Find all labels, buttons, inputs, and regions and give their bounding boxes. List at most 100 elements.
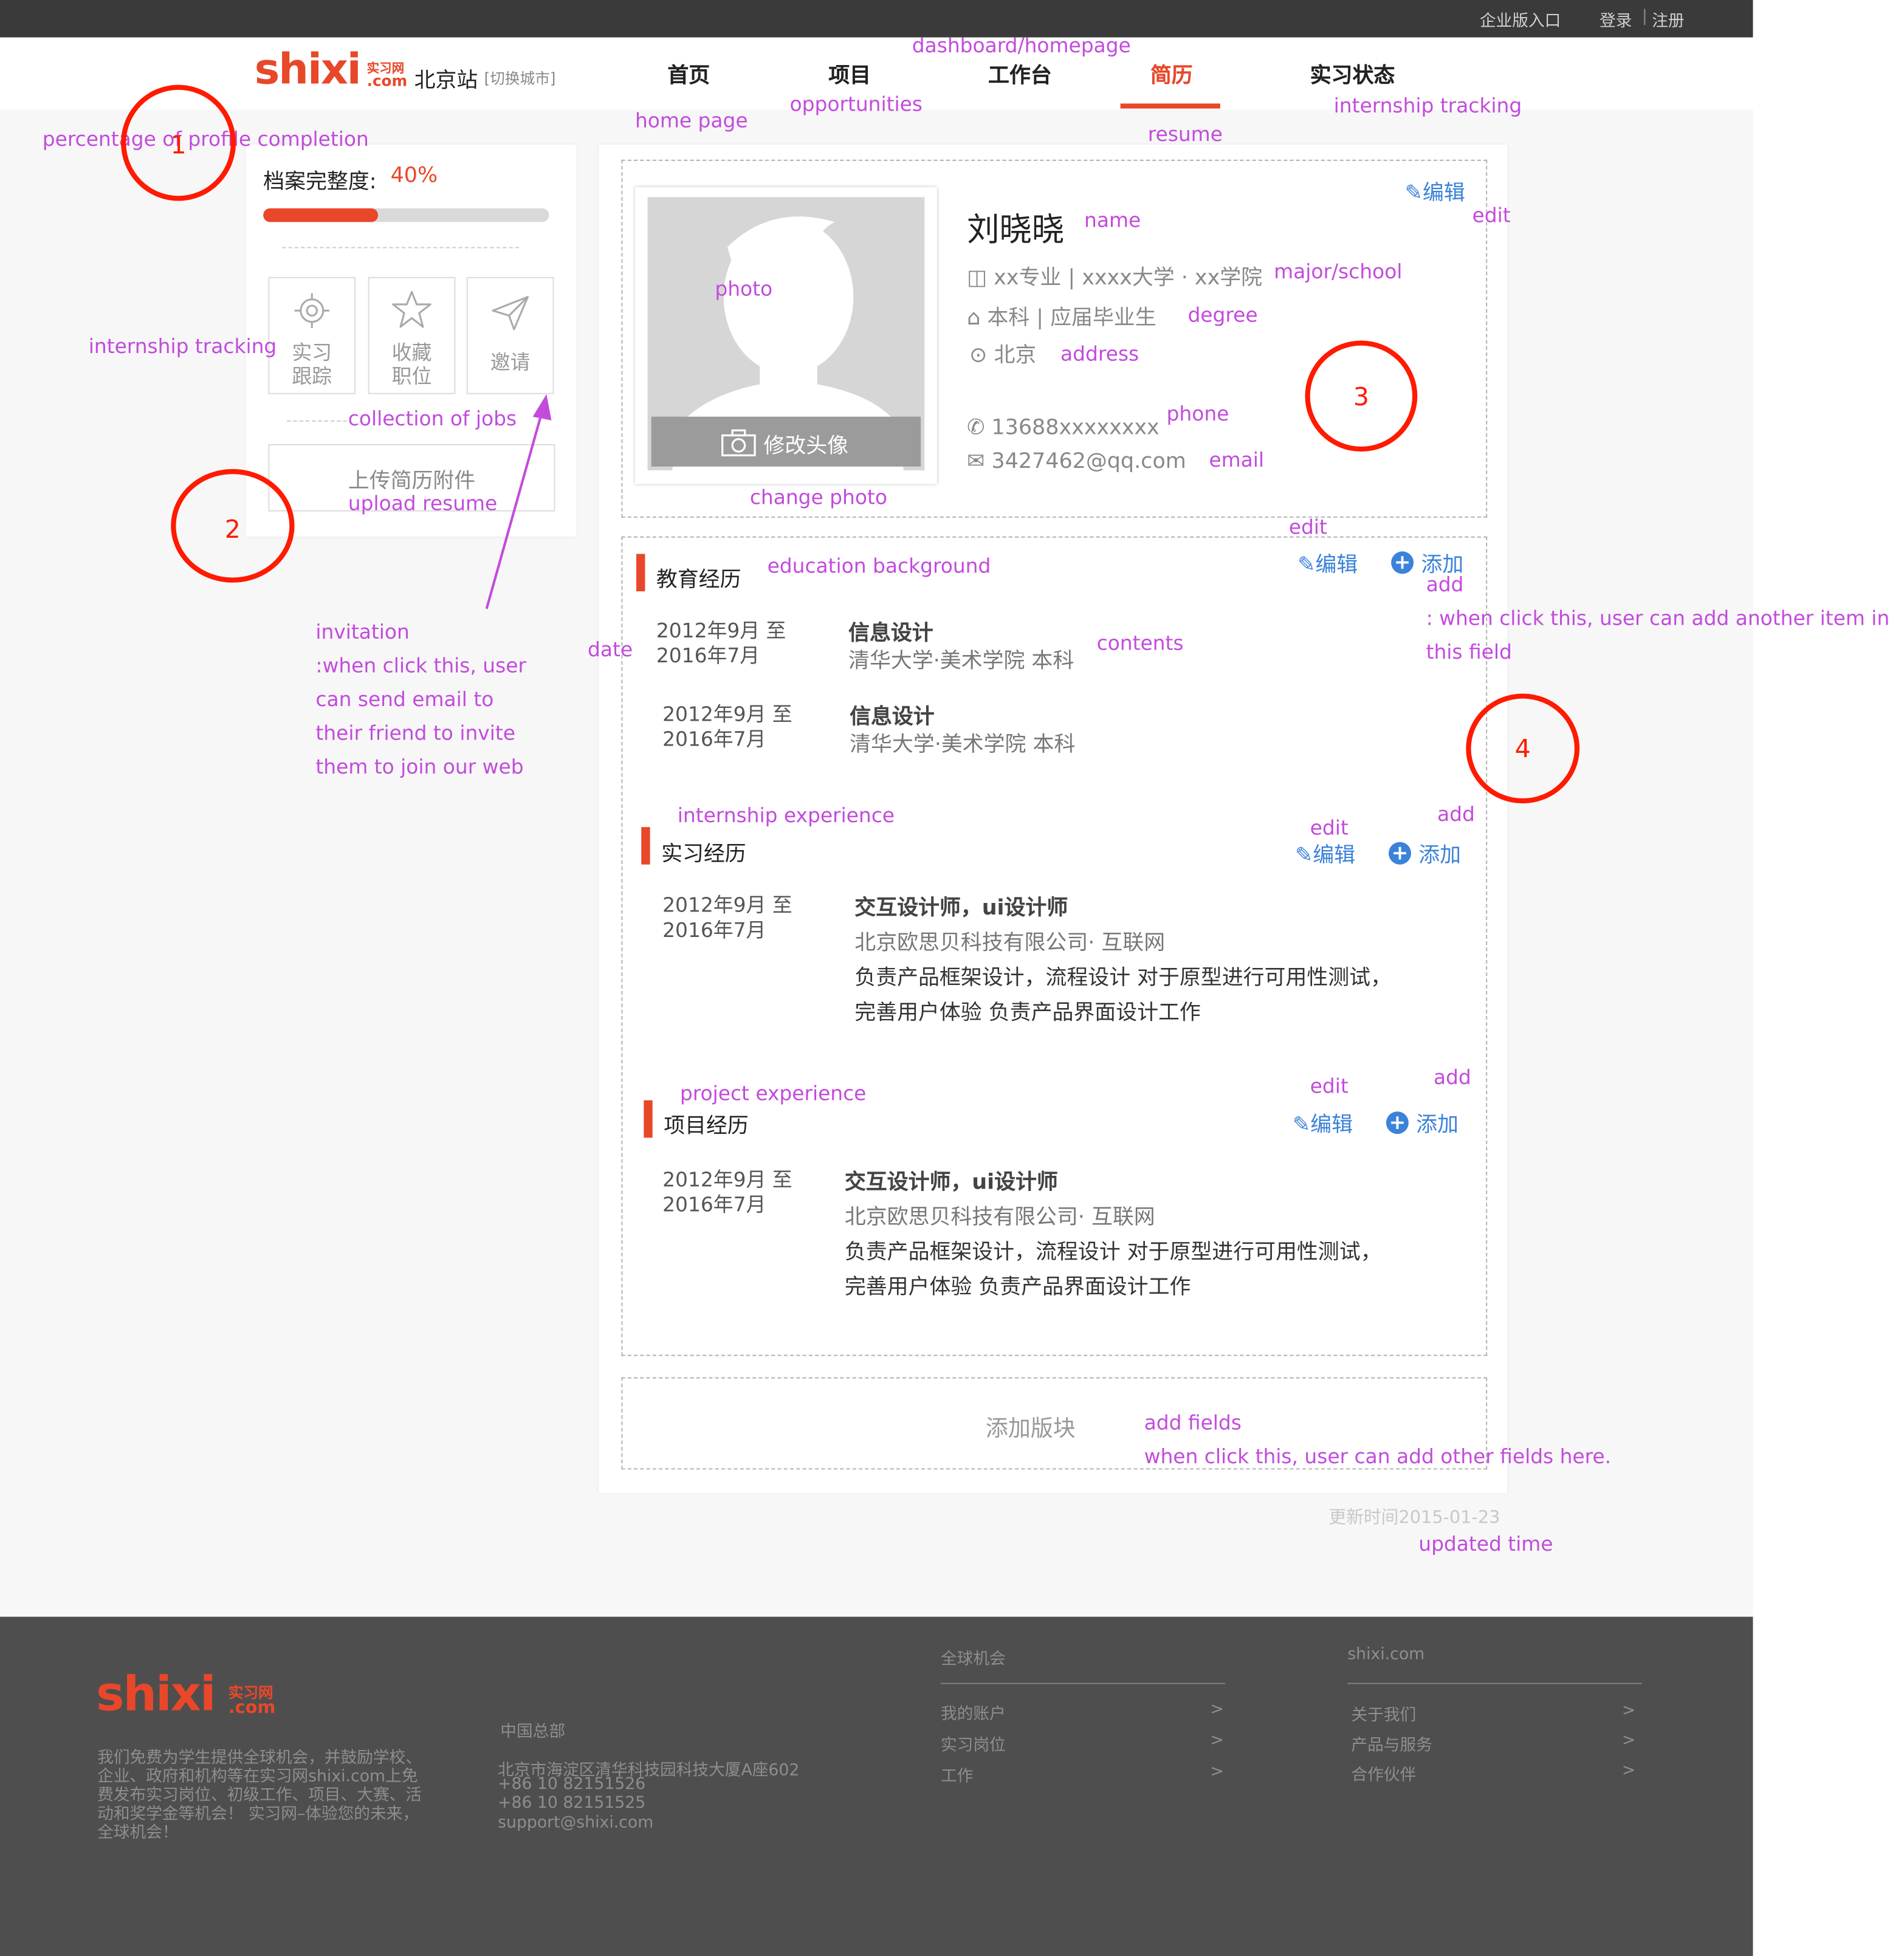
footer-col-title: shixi.com	[1347, 1645, 1425, 1664]
annotation: degree	[1187, 303, 1258, 327]
nav-active-underline	[1120, 103, 1220, 109]
tile-label: 实习 跟踪	[292, 340, 332, 388]
annotation: education background	[767, 554, 991, 578]
change-photo-button[interactable]: 修改头像	[651, 416, 921, 467]
annotation: :when click this, user	[315, 653, 526, 678]
footer-link-internships[interactable]: 实习岗位	[941, 1732, 1006, 1755]
internship-edit-button[interactable]: ✎编辑	[1295, 837, 1355, 868]
chevron-right-icon: >	[1621, 1731, 1636, 1751]
target-icon	[294, 293, 329, 328]
footer-hq-email[interactable]: support@shixi.com	[498, 1814, 653, 1833]
annotation: invitation	[315, 620, 410, 644]
internship-entry-description: 完善用户体验 负责产品界面设计工作	[854, 1000, 1201, 1026]
annotation: edit	[1310, 815, 1349, 840]
date-start: 2012年9月 至	[662, 893, 792, 917]
footer-link-jobs[interactable]: 工作	[941, 1763, 973, 1786]
date: 2012年9月 至 2016年7月	[662, 1168, 792, 1218]
footer-hq-title: 中国总部	[500, 1723, 566, 1742]
plus-icon: +	[1391, 551, 1414, 574]
chevron-right-icon: >	[1621, 1701, 1636, 1721]
footer-link-about[interactable]: 关于我们	[1351, 1701, 1416, 1726]
logo[interactable]: shixi 实习网 .com	[255, 45, 407, 95]
annotation: add	[1426, 572, 1464, 597]
nav-workbench[interactable]: 工作台	[988, 57, 1052, 89]
project-add-button[interactable]: + 添加	[1386, 1107, 1459, 1138]
invite-tile[interactable]: 邀请	[466, 276, 554, 394]
annotation-number: 3	[1353, 382, 1369, 412]
annotation: home page	[634, 108, 748, 132]
annotation-arrow	[485, 394, 552, 609]
footer-link-partners[interactable]: 合作伙伴	[1351, 1762, 1416, 1785]
annotation: their friend to invite	[315, 721, 515, 745]
nav-projects[interactable]: 项目	[828, 57, 871, 89]
project-title: 项目经历	[664, 1114, 749, 1139]
annotation: address	[1060, 341, 1139, 366]
date: 2012年9月 至 2016年7月	[662, 893, 792, 943]
annotation-circle: 3	[1305, 340, 1418, 452]
annotation: internship tracking	[1333, 93, 1522, 117]
internship-tracking-tile[interactable]: 实习 跟踪	[268, 276, 356, 394]
internship-add-button[interactable]: + 添加	[1388, 837, 1461, 868]
date-end: 2016年7月	[662, 1192, 766, 1216]
date-end: 2016年7月	[662, 727, 766, 751]
star-icon	[392, 290, 431, 328]
education-entry-title: 信息设计	[850, 704, 935, 730]
mail-icon: ✉	[967, 449, 985, 475]
profile-phone: 13688xxxxxxxx	[991, 415, 1160, 441]
paper-plane-icon	[492, 296, 529, 331]
divider	[281, 247, 520, 249]
annotation: phone	[1166, 402, 1229, 426]
annotation: project experience	[679, 1081, 867, 1105]
nav-resume[interactable]: 简历	[1150, 57, 1193, 89]
switch-city-link[interactable]: [切换城市]	[484, 67, 556, 89]
login-link[interactable]: 登录	[1600, 7, 1632, 32]
education-entry-sub: 清华大学·美术学院 本科	[850, 732, 1076, 758]
annotation: photo	[715, 276, 773, 301]
updated-time: 更新时间2015-01-23	[1328, 1508, 1500, 1528]
internship-entry-description: 负责产品框架设计，流程设计 对于原型进行可用性测试，	[854, 966, 1392, 991]
enterprise-link[interactable]: 企业版入口	[1480, 7, 1561, 32]
annotation: resume	[1147, 122, 1223, 146]
phone-icon: ✆	[967, 415, 985, 441]
annotation: can send email to	[315, 687, 494, 712]
date: 2012年9月 至 2016年7月	[656, 619, 786, 668]
profile-degree: 本科 | 应届毕业生	[987, 305, 1156, 331]
footer-link-account[interactable]: 我的账户	[941, 1700, 1006, 1724]
date-end: 2016年7月	[656, 643, 760, 668]
profile-name: 刘晓晓	[967, 212, 1065, 250]
edit-label: 编辑	[1313, 843, 1356, 868]
annotation: name	[1084, 208, 1141, 232]
internship-entry-company: 北京欧思贝科技有限公司· 互联网	[854, 930, 1166, 956]
annotation: when click this, user can add other fiel…	[1144, 1444, 1612, 1469]
divider	[940, 1683, 1226, 1684]
education-edit-button[interactable]: ✎编辑	[1297, 546, 1358, 577]
book-icon: ◫	[967, 266, 988, 291]
annotation: opportunities	[789, 92, 923, 116]
annotation: add fields	[1144, 1410, 1242, 1435]
completion-value: 40%	[390, 163, 438, 189]
nav-home[interactable]: 首页	[667, 57, 710, 89]
footer-hq-phone: +86 10 82151525	[498, 1794, 646, 1813]
saved-jobs-tile[interactable]: 收藏 职位	[368, 276, 456, 394]
project-edit-button[interactable]: ✎编辑	[1293, 1107, 1353, 1138]
plus-icon: +	[1388, 842, 1411, 865]
camera-icon	[721, 429, 756, 456]
nav-internship-status[interactable]: 实习状态	[1310, 57, 1395, 89]
annotation: this field	[1426, 640, 1512, 664]
city-label: 北京站	[414, 68, 478, 94]
annotation: edit	[1288, 515, 1327, 539]
footer-link-products[interactable]: 产品与服务	[1351, 1732, 1432, 1755]
pencil-icon: ✎	[1292, 1113, 1311, 1138]
annotation-number: 2	[224, 513, 241, 544]
annotation-circle: 1	[121, 84, 236, 201]
date-start: 2012年9月 至	[662, 702, 792, 726]
change-photo-label: 修改头像	[763, 434, 849, 459]
internship-title: 实习经历	[661, 842, 746, 867]
education-entry-sub: 清华大学·美术学院 本科	[848, 648, 1074, 674]
profile-edit-button[interactable]: ✎编辑	[1405, 174, 1465, 206]
register-link[interactable]: 注册	[1652, 7, 1684, 32]
annotation: add	[1437, 802, 1475, 826]
profile-address: 北京	[994, 343, 1037, 368]
project-entry-title: 交互设计师，ui设计师	[844, 1170, 1058, 1195]
footer-col-title: 全球机会	[940, 1650, 1006, 1669]
